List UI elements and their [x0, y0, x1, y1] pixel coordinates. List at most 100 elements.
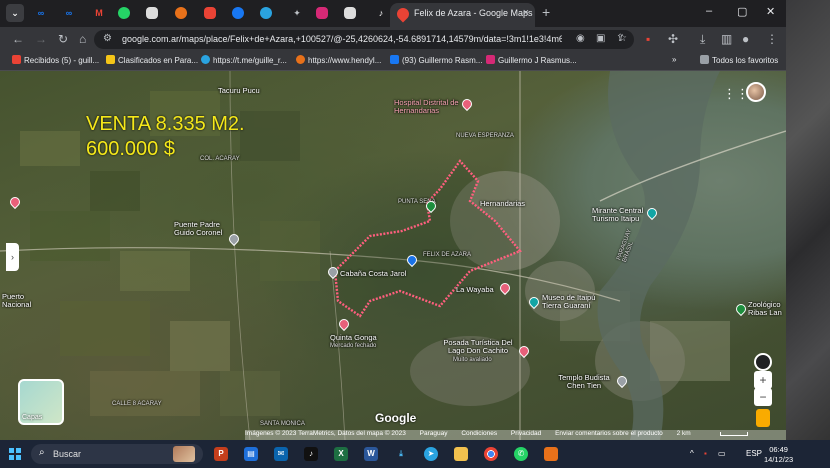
chrome-icon[interactable] [484, 447, 498, 461]
maximize-button[interactable]: ▢ [737, 5, 747, 18]
menu-kebab-icon[interactable]: ⋮ [766, 32, 778, 46]
tab-extension[interactable]: ✦ [288, 4, 306, 22]
label-padre[interactable]: Puente Padre Guido Coronel [174, 221, 236, 237]
tab-gmail[interactable]: M [90, 4, 108, 22]
zoom-out-button[interactable]: − [754, 388, 772, 406]
bookmarks-overflow-icon[interactable]: » [672, 55, 676, 64]
tab-telegram[interactable] [260, 7, 272, 19]
attribution-feedback[interactable]: Enviar comentarios sobre el producto [555, 430, 663, 437]
folder-taskbar-icon[interactable] [454, 447, 468, 461]
telegram-taskbar-icon[interactable]: ➤ [424, 447, 438, 461]
my-location-icon[interactable] [754, 353, 772, 371]
label-cabana[interactable]: Cabaña Costa Jarol [340, 269, 406, 278]
zoom-in-button[interactable]: + [754, 371, 772, 389]
close-tab-icon[interactable]: × [523, 7, 529, 19]
label-col-acaray: COL. ACARAY [200, 156, 240, 162]
label-posada[interactable]: Posada Turística Del Lago Don Cachito [436, 339, 520, 355]
install-app-icon[interactable]: ▣ [596, 33, 605, 44]
download-icon[interactable]: ⤓ [700, 32, 705, 47]
tab-page-4[interactable] [344, 7, 356, 19]
tray-network-icon[interactable]: ▭ [718, 449, 726, 458]
minimize-button[interactable]: – [706, 5, 712, 17]
address-bar[interactable]: ⚙ google.com.ar/maps/place/Felix+de+Azar… [94, 30, 634, 49]
bookmark-instagram[interactable]: Guillermo J Rasmus... [486, 55, 577, 65]
location-icon[interactable]: ◉ [576, 33, 585, 44]
bookmark-telegram[interactable]: https://t.me/guille_r... [201, 55, 287, 65]
street-view-pegman-icon[interactable] [756, 409, 770, 427]
label-tacuru[interactable]: Tacuru Pucu [218, 86, 260, 95]
system-clock[interactable]: 06:49 14/12/23 [764, 445, 793, 465]
tab-page-1[interactable] [146, 7, 158, 19]
whatsapp-taskbar-icon[interactable]: ✆ [514, 447, 528, 461]
bookmark-clasificados[interactable]: Clasificados en Para... [106, 55, 198, 65]
label-quinta[interactable]: Quinta Gonga [330, 333, 377, 342]
tab-meta-1[interactable]: ∞ [32, 4, 50, 22]
label-templo[interactable]: Templo Budista Chen Tien [554, 374, 614, 390]
layers-button[interactable]: Capas [18, 379, 64, 425]
layers-label: Capas [22, 414, 43, 421]
bookmark-hendyla[interactable]: https://www.hendyl... [296, 55, 381, 65]
bookmark-facebook[interactable]: (93) Guillermo Rasm... [390, 55, 482, 65]
tab-page-3[interactable] [204, 7, 216, 19]
browser-window: ⌄ ∞ ∞ M ✦ ♪ Felix de Azara - Google Maps… [0, 0, 786, 440]
profile-avatar-icon[interactable]: ● [742, 32, 749, 46]
reload-icon[interactable]: ↻ [58, 32, 68, 46]
tray-chevron-icon[interactable]: ^ [690, 449, 694, 458]
label-posada-sub: Muito avaliado [453, 357, 492, 363]
extension-icon[interactable]: ▪ [646, 32, 650, 46]
google-logo: Google [375, 411, 417, 425]
tiktok-icon[interactable]: ♪ [304, 447, 318, 461]
file-explorer-icon[interactable]: ▤ [244, 447, 258, 461]
bookmark-star-icon[interactable]: ☆ [618, 33, 627, 44]
back-arrow-icon[interactable]: ← [12, 32, 24, 46]
desktop-wallpaper [786, 0, 830, 440]
forward-arrow-icon[interactable]: → [35, 32, 47, 46]
label-puerto[interactable]: Puerto Nacional [2, 293, 38, 309]
scale-label[interactable]: 2 km [677, 430, 691, 437]
extensions-puzzle-icon[interactable]: ✣ [668, 32, 678, 46]
attribution-country[interactable]: Paraguay [420, 430, 448, 437]
excel-icon[interactable]: X [334, 447, 348, 461]
close-window-button[interactable]: ✕ [766, 5, 775, 18]
bookmark-all-favorites[interactable]: Todos los favoritos [700, 55, 778, 65]
tab-instagram[interactable] [316, 7, 328, 19]
word-icon[interactable]: W [364, 447, 378, 461]
label-zoo[interactable]: Zoológico Ribas Lan [748, 301, 786, 317]
label-felix-de-azara: FELIX DE AZARA [423, 252, 472, 258]
search-highlight-image [173, 446, 195, 462]
attribution-terms[interactable]: Condiciones [461, 430, 497, 437]
tab-search-button[interactable]: ⌄ [6, 4, 24, 22]
mail-icon[interactable]: ✉ [274, 447, 288, 461]
app-taskbar-icon-1[interactable] [544, 447, 558, 461]
windows-start-icon[interactable] [9, 448, 21, 460]
bookmark-gmail[interactable]: Recibidos (5) - guill... [12, 55, 99, 65]
hendyla-icon [296, 55, 305, 64]
tab-whatsapp[interactable] [118, 7, 130, 19]
site-info-icon[interactable]: ⚙ [103, 33, 112, 44]
tab-tiktok[interactable]: ♪ [372, 4, 390, 22]
side-panel-icon[interactable]: ▥ [721, 32, 732, 46]
label-calle-acaray: CALLE 8 ACARAY [112, 401, 162, 407]
label-hospital[interactable]: Hospital Distrital de Hernandarias [394, 99, 460, 115]
label-museo[interactable]: Museo de Itaipú Tierra Guaraní [542, 294, 604, 310]
attribution-privacy[interactable]: Privacidad [511, 430, 541, 437]
powerpoint-icon[interactable]: P [214, 447, 228, 461]
telegram-icon [201, 55, 210, 64]
downloads-icon[interactable]: ⤓ [394, 447, 408, 461]
tray-app-icon[interactable]: ▪ [704, 449, 707, 458]
new-tab-button[interactable]: + [542, 4, 550, 20]
tab-page-2[interactable] [175, 7, 187, 19]
label-wayaba[interactable]: La Wayaba [456, 285, 494, 294]
label-mirante[interactable]: Mirante Central Turismo Itaipu [592, 207, 652, 223]
tray-language[interactable]: ESP [746, 449, 762, 458]
taskbar-search[interactable]: ⌕ Buscar [31, 444, 203, 464]
collapse-panel-button[interactable]: › [6, 243, 19, 271]
home-icon[interactable]: ⌂ [79, 32, 86, 46]
tab-facebook[interactable] [232, 7, 244, 19]
satellite-map[interactable]: VENTA 8.335 M2. 600.000 $ Tacuru Pucu Ho… [0, 71, 786, 440]
label-hernandarias[interactable]: Hernandarias [480, 199, 525, 208]
tab-google-maps[interactable]: Felix de Azara - Google Maps × [390, 3, 535, 27]
account-avatar[interactable] [746, 82, 766, 102]
tab-meta-2[interactable]: ∞ [60, 4, 78, 22]
scale-bar[interactable] [720, 432, 748, 436]
